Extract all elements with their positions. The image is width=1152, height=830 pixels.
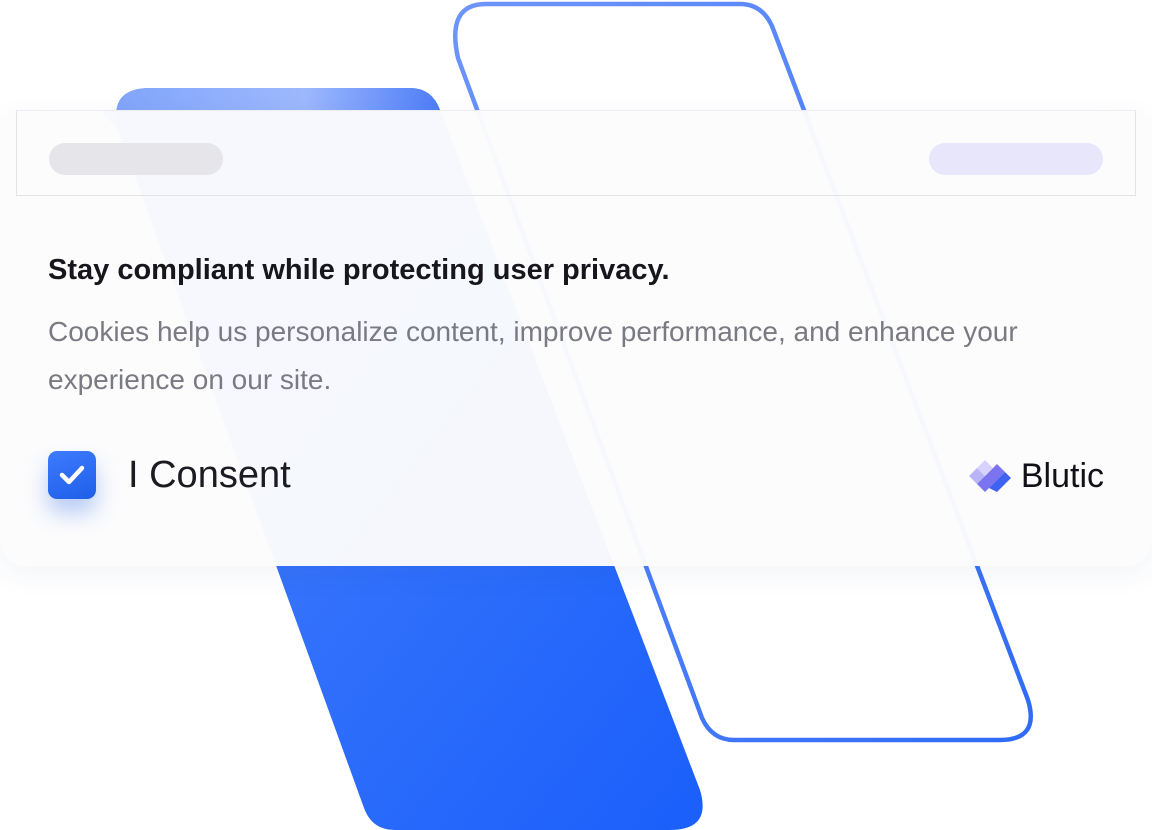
card-header xyxy=(16,110,1136,196)
header-placeholder-left xyxy=(49,143,223,175)
cookie-consent-card: Stay compliant while protecting user pri… xyxy=(0,110,1152,566)
brand-logo: Blutic xyxy=(967,456,1104,496)
body-text: Cookies help us personalize content, imp… xyxy=(48,316,1018,395)
headline: Stay compliant while protecting user pri… xyxy=(48,254,670,286)
stage: Stay compliant while protecting user pri… xyxy=(0,0,1152,830)
consent-label[interactable]: I Consent xyxy=(128,454,291,497)
consent-checkbox[interactable] xyxy=(48,451,96,499)
header-placeholder-right xyxy=(929,143,1103,175)
brand-name: Blutic xyxy=(1020,456,1104,495)
consent-row[interactable]: I Consent xyxy=(48,450,291,500)
checkmark-icon xyxy=(59,465,85,485)
blutic-logo-icon xyxy=(968,460,1011,492)
